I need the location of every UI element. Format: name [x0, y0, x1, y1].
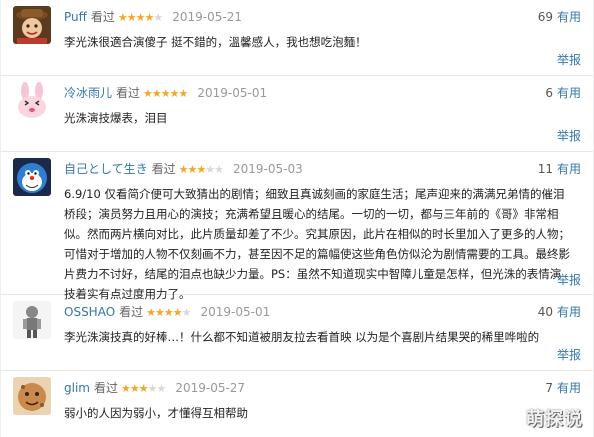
useful-count: 40	[537, 305, 553, 319]
useful-vote: 7 有用	[545, 379, 581, 397]
comment-date: 2019-05-01	[197, 86, 268, 100]
useful-vote: 69 有用	[538, 8, 581, 26]
comment-text: 6.9/10 仅看简介便可大致猜出的剧情；细致且真诚刻画的家庭生活；尾声迎来的满…	[64, 187, 570, 301]
watermark-logo: 萌探说	[526, 409, 583, 430]
rating-stars: ★★★★★	[143, 87, 188, 100]
useful-button[interactable]: 有用	[557, 381, 581, 395]
comment-meta: 冷冰雨儿 看过 ★★★★★ 2019-05-01	[64, 84, 267, 102]
useful-count: 7	[545, 381, 553, 395]
watch-status: 看过	[90, 10, 115, 24]
useful-button[interactable]: 有用	[557, 162, 581, 176]
useful-button[interactable]: 有用	[557, 86, 581, 100]
username-link[interactable]: glim	[64, 381, 90, 395]
useful-button[interactable]: 有用	[557, 10, 581, 24]
rating-stars: ★★★★★	[146, 306, 191, 319]
comment-meta: OSSHAO 看过 ★★★★★ 2019-05-01	[64, 303, 270, 321]
blue-cat-icon[interactable]	[13, 158, 51, 196]
comment-item: 自己として生き 看过 ★★★★★ 2019-05-03 11 有用 6.9/10 仅看简…	[1, 152, 593, 301]
username-link[interactable]: 自己として生き	[64, 162, 148, 176]
comment-text: 李光洙演技真的好棒…！什么都不知道被朋友拉去看首映 以为是个喜剧片结果哭的稀里哗…	[64, 330, 540, 344]
watch-status: 看过	[116, 86, 141, 100]
report-button[interactable]: 举报	[557, 52, 581, 68]
cartoon-avatar-icon[interactable]	[13, 6, 51, 44]
useful-vote: 11 有用	[538, 160, 581, 178]
useful-vote: 40 有用	[538, 303, 581, 321]
cookie-character-icon[interactable]	[13, 377, 51, 415]
watch-status: 看过	[93, 381, 118, 395]
pink-bunny-icon[interactable]	[13, 82, 51, 120]
comment-text: 李光洙很適合演傻子 挺不錯的，溫馨感人，我也想吃泡麵！	[64, 35, 367, 49]
comment-item: Puff 看过 ★★★★★ 2019-05-21 69 有用 李光洙很適合演傻子 挺不錯…	[1, 0, 593, 76]
useful-count: 6	[545, 86, 553, 100]
report-button[interactable]: 举报	[557, 272, 581, 288]
rating-stars: ★★★★★	[178, 163, 224, 176]
rating-stars: ★★★★★	[121, 382, 166, 395]
sketch-figure-icon[interactable]	[13, 301, 51, 339]
comment-date: 2019-05-21	[172, 10, 242, 24]
watch-status: 看过	[151, 162, 176, 176]
comment-meta: glim 看过 ★★★★★ 2019-05-27	[64, 379, 245, 397]
comment-date: 2019-05-03	[233, 162, 303, 176]
rating-stars: ★★★★★	[117, 11, 163, 24]
useful-vote: 6 有用	[545, 84, 581, 102]
useful-button[interactable]: 有用	[557, 305, 581, 319]
watch-status: 看过	[119, 305, 144, 319]
useful-count: 69	[537, 10, 553, 24]
comment-date: 2019-05-01	[200, 305, 271, 319]
comment-date: 2019-05-27	[175, 381, 246, 395]
comment-item: 冷冰雨儿 看过 ★★★★★ 2019-05-01 6 有用 光洙演技爆表，泪目 举报	[1, 76, 593, 152]
useful-count: 11	[537, 162, 553, 176]
report-button[interactable]: 举报	[557, 128, 581, 144]
username-link[interactable]: 冷冰雨儿	[64, 86, 112, 100]
comment-list: Puff 看过 ★★★★★ 2019-05-21 69 有用 李光洙很適合演傻子 挺不錯…	[0, 0, 594, 437]
comment-meta: Puff 看过 ★★★★★ 2019-05-21	[64, 8, 242, 26]
comment-item: OSSHAO 看过 ★★★★★ 2019-05-01 40 有用 李光洙演技真的好棒…！…	[1, 295, 593, 371]
comment-text: 弱小的人因为弱小，才懂得互相帮助	[64, 406, 248, 420]
username-link[interactable]: OSSHAO	[64, 305, 115, 319]
comment-meta: 自己として生き 看过 ★★★★★ 2019-05-03	[64, 160, 303, 178]
report-button[interactable]: 举报	[557, 347, 581, 363]
username-link[interactable]: Puff	[64, 10, 87, 24]
comment-item: glim 看过 ★★★★★ 2019-05-27 7 有用 弱小的人因为弱小，才懂得互相…	[1, 371, 593, 437]
comment-text: 光洙演技爆表，泪目	[64, 111, 168, 125]
